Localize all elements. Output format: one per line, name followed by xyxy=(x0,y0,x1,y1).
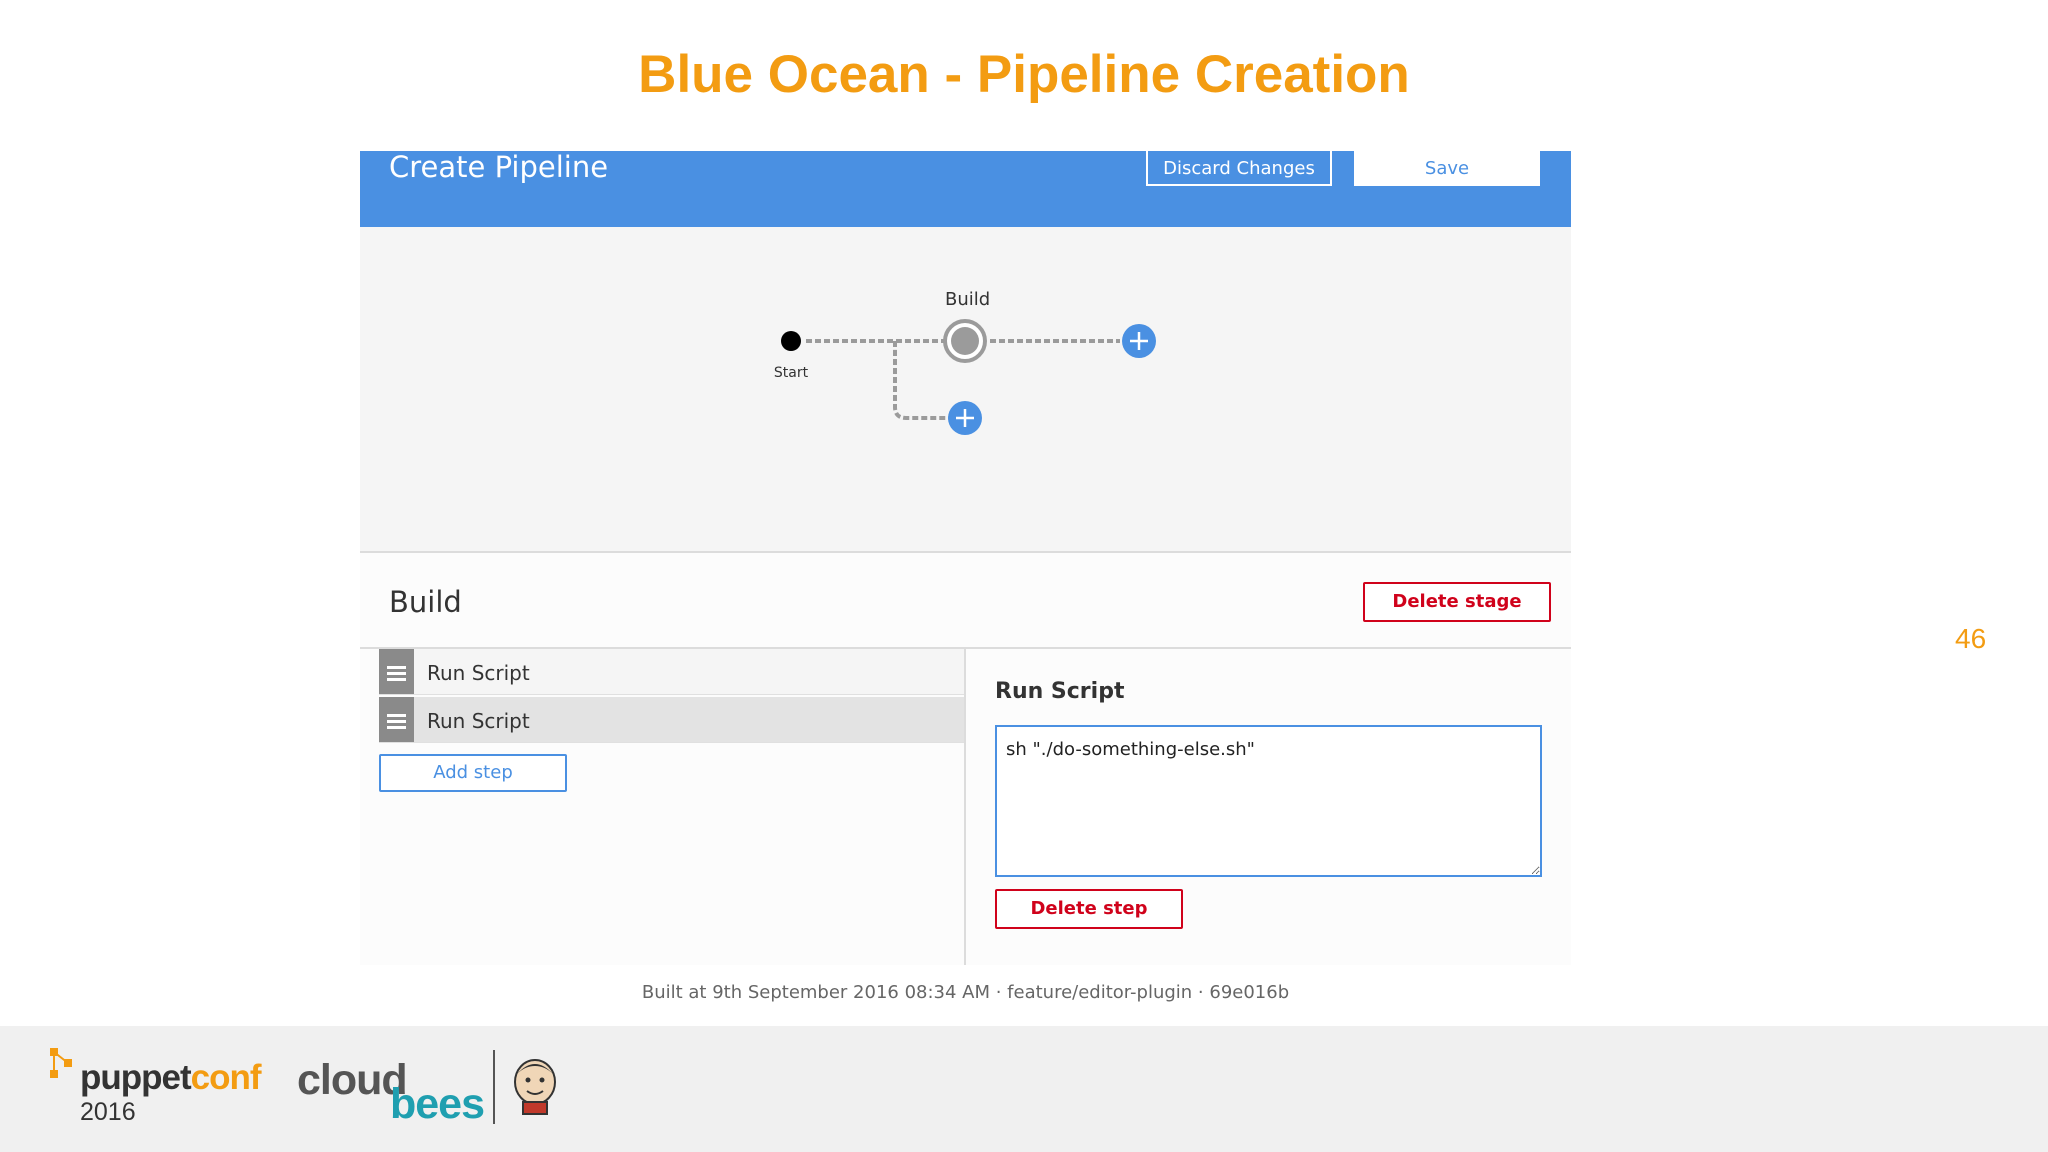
pipeline-graph-svg xyxy=(781,319,1156,435)
steps-list: Run Script Run Script Add step xyxy=(360,649,964,965)
jenkins-logo-icon xyxy=(514,1059,556,1115)
stage-title: Build xyxy=(389,585,462,619)
step-label: Run Script xyxy=(427,661,530,685)
build-stage-label: Build xyxy=(945,289,991,310)
step-item-run-script-1[interactable]: Run Script xyxy=(379,649,964,695)
drag-handle-icon[interactable] xyxy=(379,697,414,742)
puppetconf-logo: puppetconf xyxy=(80,1058,262,1097)
puppet-logo-icon xyxy=(50,1048,72,1078)
blue-ocean-window: Create Pipeline Discard Changes Save Bui… xyxy=(360,151,1571,965)
script-textarea[interactable]: sh "./do-something-else.sh" xyxy=(995,725,1542,877)
puppetconf-year: 2016 xyxy=(80,1098,136,1126)
page-title: Create Pipeline xyxy=(389,150,609,184)
step-label: Run Script xyxy=(427,709,530,733)
save-button[interactable]: Save xyxy=(1354,151,1540,186)
slide-number: 46 xyxy=(1955,623,1987,654)
step-item-run-script-2[interactable]: Run Script xyxy=(379,697,964,743)
delete-stage-button[interactable]: Delete stage xyxy=(1363,582,1551,622)
step-editor: Run Script sh "./do-something-else.sh" D… xyxy=(966,649,1571,965)
brand-divider xyxy=(493,1050,495,1124)
pipeline-graph: Build Start xyxy=(360,227,1571,553)
drag-handle-icon[interactable] xyxy=(379,649,414,694)
start-label: Start xyxy=(773,365,809,381)
delete-step-button[interactable]: Delete step xyxy=(995,889,1183,929)
add-parallel-stage-plus-icon[interactable] xyxy=(948,401,982,435)
add-stage-plus-icon[interactable] xyxy=(1122,324,1156,358)
build-stage-node[interactable] xyxy=(943,319,987,363)
add-step-button[interactable]: Add step xyxy=(379,754,567,792)
top-bar: Create Pipeline Discard Changes Save xyxy=(360,151,1571,227)
step-editor-title: Run Script xyxy=(995,679,1125,704)
connector-parallel-branch xyxy=(893,341,952,420)
discard-changes-button[interactable]: Discard Changes xyxy=(1146,151,1332,186)
cloudbees-logo-bees: bees xyxy=(390,1080,485,1128)
stage-header: Build Delete stage xyxy=(360,553,1571,649)
build-info: Built at 9th September 2016 08:34 AM · f… xyxy=(641,982,1290,1003)
slide-title: Blue Ocean - Pipeline Creation xyxy=(638,45,1410,104)
branding-bar: puppetconf 2016 cloud bees xyxy=(0,1026,2048,1152)
start-node xyxy=(781,331,801,351)
